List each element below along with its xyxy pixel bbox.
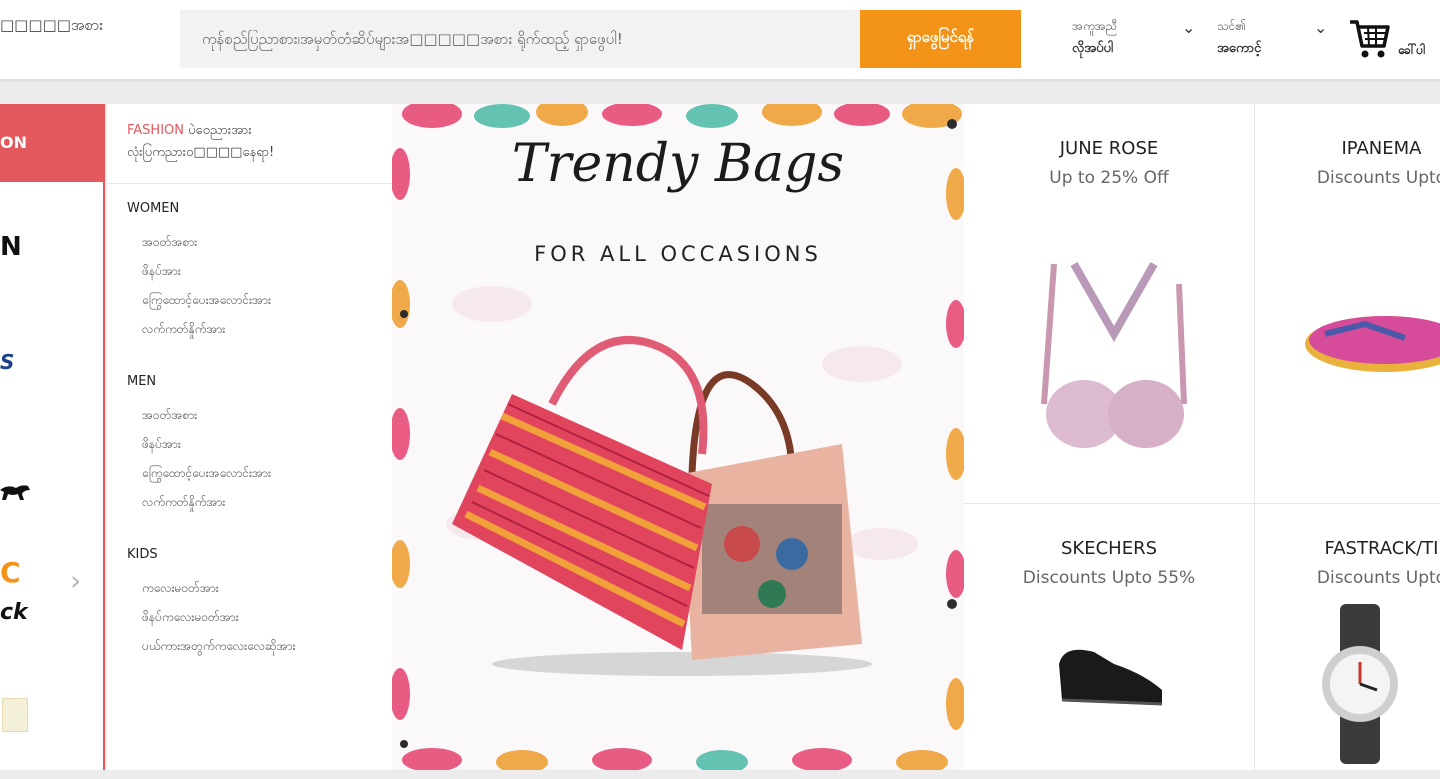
banner-artwork <box>392 104 964 770</box>
product-offer: Discounts Upto <box>1316 568 1440 588</box>
product-name: JUNE ROSE <box>1059 138 1159 159</box>
product-tile[interactable]: FASTRACK/TI Discounts Upto <box>1255 504 1440 770</box>
chevron-down-icon[interactable]: ⌄ <box>1182 18 1195 37</box>
product-offer: Discounts Upto 55% <box>1022 568 1196 588</box>
menu-item[interactable]: ဖိနပ်အား <box>142 263 181 281</box>
menu-section-men[interactable]: MEN <box>127 374 156 389</box>
account-menu-line2: အကောင့် <box>1217 41 1262 56</box>
brand-strip: ON N S C ck › <box>0 104 105 770</box>
chevron-down-icon[interactable]: ⌄ <box>1314 18 1327 37</box>
chevron-right-icon[interactable]: › <box>70 564 81 597</box>
menu-item[interactable]: ကလေးမဝတ်အား <box>142 580 219 598</box>
product-image <box>1041 262 1187 448</box>
product-image <box>1059 649 1163 706</box>
brand-strip-header[interactable]: ON <box>0 104 105 182</box>
menu-item[interactable]: ကြွေထောင့်ပေးအလောင်းအား <box>142 465 271 483</box>
cart-label[interactable]: ခေါ်ပါ <box>1398 42 1425 60</box>
product-tile[interactable]: SKECHERS Discounts Upto 55% <box>964 504 1254 770</box>
menu-heading-line2: လုံးပြကညားဝ□□□□နေရာ! <box>127 145 275 160</box>
menu-item[interactable]: ကြွေထောင့်ပေးအလောင်းအား <box>142 292 271 310</box>
menu-item[interactable]: အဝတ်အစား <box>142 407 197 425</box>
banner-subtitle: FOR ALL OCCASIONS <box>534 242 822 266</box>
product-tile[interactable]: IPANEMA Discounts Upto <box>1255 104 1440 503</box>
product-name: SKECHERS <box>1060 538 1157 559</box>
product-tile[interactable]: JUNE ROSE Up to 25% Off <box>964 104 1254 503</box>
brand-logo[interactable]: S <box>0 350 14 374</box>
help-menu-line1: အကူအညီ <box>1072 19 1118 33</box>
help-menu[interactable]: အကူအညီ လိုအပ်ပါ <box>1072 18 1117 59</box>
product-grid: JUNE ROSE Up to 25% Off IPANEMA Discount… <box>964 104 1440 770</box>
search-button[interactable]: ရှာဖွေမြင်ရန် <box>860 10 1021 68</box>
menu-item[interactable]: လက်ကတ်နှိုက်အား <box>142 494 225 512</box>
product-image <box>1305 316 1440 372</box>
cart-button[interactable] <box>1348 16 1390 62</box>
product-offer: Discounts Upto <box>1316 168 1440 188</box>
banner-title: Trendy Bags <box>511 134 845 194</box>
site-logo[interactable]: □□□□□အစား <box>0 16 103 38</box>
brand-logo[interactable]: N <box>0 232 22 262</box>
product-offer: Up to 25% Off <box>1049 168 1169 188</box>
product-name: IPANEMA <box>1341 138 1422 159</box>
promo-banner[interactable]: Trendy Bags FOR ALL OCCASIONS <box>392 104 964 770</box>
brand-logo[interactable]: C <box>0 556 21 589</box>
menu-item[interactable]: ပယ်ကားအတွက်ကလေးလေဆိုအား <box>142 638 296 656</box>
product-name: FASTRACK/TI <box>1324 538 1439 559</box>
brand-logo[interactable] <box>2 698 28 732</box>
cart-icon <box>1350 20 1390 58</box>
search-input[interactable] <box>180 10 860 68</box>
menu-section-kids[interactable]: KIDS <box>127 547 158 562</box>
account-menu[interactable]: သင်၏ အကောင့် <box>1217 18 1261 59</box>
menu-section-women[interactable]: WOMEN <box>127 201 179 216</box>
category-menu: FASHION ပဲဝေညားအား လုံးပြကညားဝ□□□□နေရာ! … <box>107 104 392 770</box>
site-header: □□□□□အစား ရှာဖွေမြင်ရန် အကူအညီ လိုအပ်ပါ … <box>0 0 1440 82</box>
menu-heading: FASHION ပဲဝေညားအား လုံးပြကညားဝ□□□□နေရာ! <box>127 120 387 164</box>
menu-heading-accent: FASHION <box>127 123 184 138</box>
search-box <box>180 10 860 68</box>
menu-item[interactable]: အဝတ်အစား <box>142 234 197 252</box>
menu-item[interactable]: ဖိနပ်ကလေးမဝတ်အား <box>142 609 239 627</box>
menu-item[interactable]: လက်ကတ်နှိုက်အား <box>142 321 225 339</box>
product-image <box>1322 604 1398 764</box>
help-menu-line2: လိုအပ်ပါ <box>1072 41 1114 56</box>
menu-heading-line1: ပဲဝေညားအား <box>184 123 252 138</box>
brand-logo[interactable]: ck <box>0 600 28 625</box>
divider <box>107 183 392 184</box>
puma-logo-icon[interactable] <box>0 482 30 502</box>
menu-item[interactable]: ဖိနပ်အား <box>142 436 181 454</box>
account-menu-line1: သင်၏ <box>1217 19 1246 33</box>
